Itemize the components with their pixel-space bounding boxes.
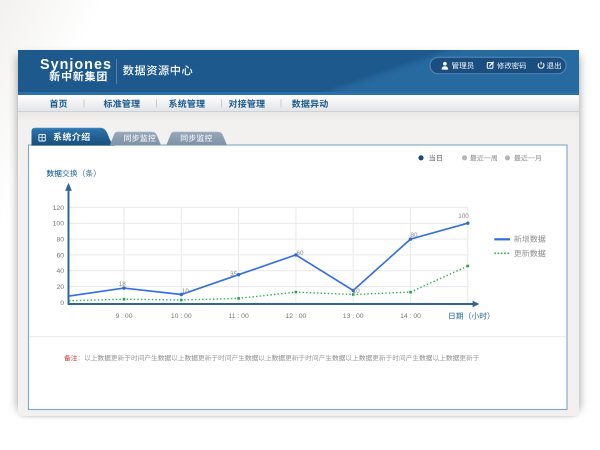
svg-text:10 : 00: 10 : 00 xyxy=(171,313,192,320)
svg-text:12 : 00: 12 : 00 xyxy=(286,313,307,320)
svg-text:100: 100 xyxy=(458,213,469,220)
svg-text:10: 10 xyxy=(182,288,190,295)
svg-text:60: 60 xyxy=(296,250,304,257)
svg-text:40: 40 xyxy=(56,268,64,275)
svg-text:100: 100 xyxy=(53,221,65,228)
svg-text:Synjones: Synjones xyxy=(40,57,112,73)
svg-text:9 : 00: 9 : 00 xyxy=(115,313,132,320)
svg-text:11 : 00: 11 : 00 xyxy=(228,313,249,320)
svg-text:10: 10 xyxy=(353,288,361,295)
svg-text:80: 80 xyxy=(56,237,64,244)
svg-text:13 : 00: 13 : 00 xyxy=(343,313,364,320)
svg-text:60: 60 xyxy=(56,252,64,259)
svg-text:120: 120 xyxy=(53,205,65,212)
svg-text:80: 80 xyxy=(410,232,418,239)
svg-text:18: 18 xyxy=(119,281,127,288)
svg-text:20: 20 xyxy=(56,284,64,291)
svg-text:0: 0 xyxy=(60,300,64,307)
svg-text:14 : 00: 14 : 00 xyxy=(400,313,421,320)
svg-text:35: 35 xyxy=(230,271,238,278)
